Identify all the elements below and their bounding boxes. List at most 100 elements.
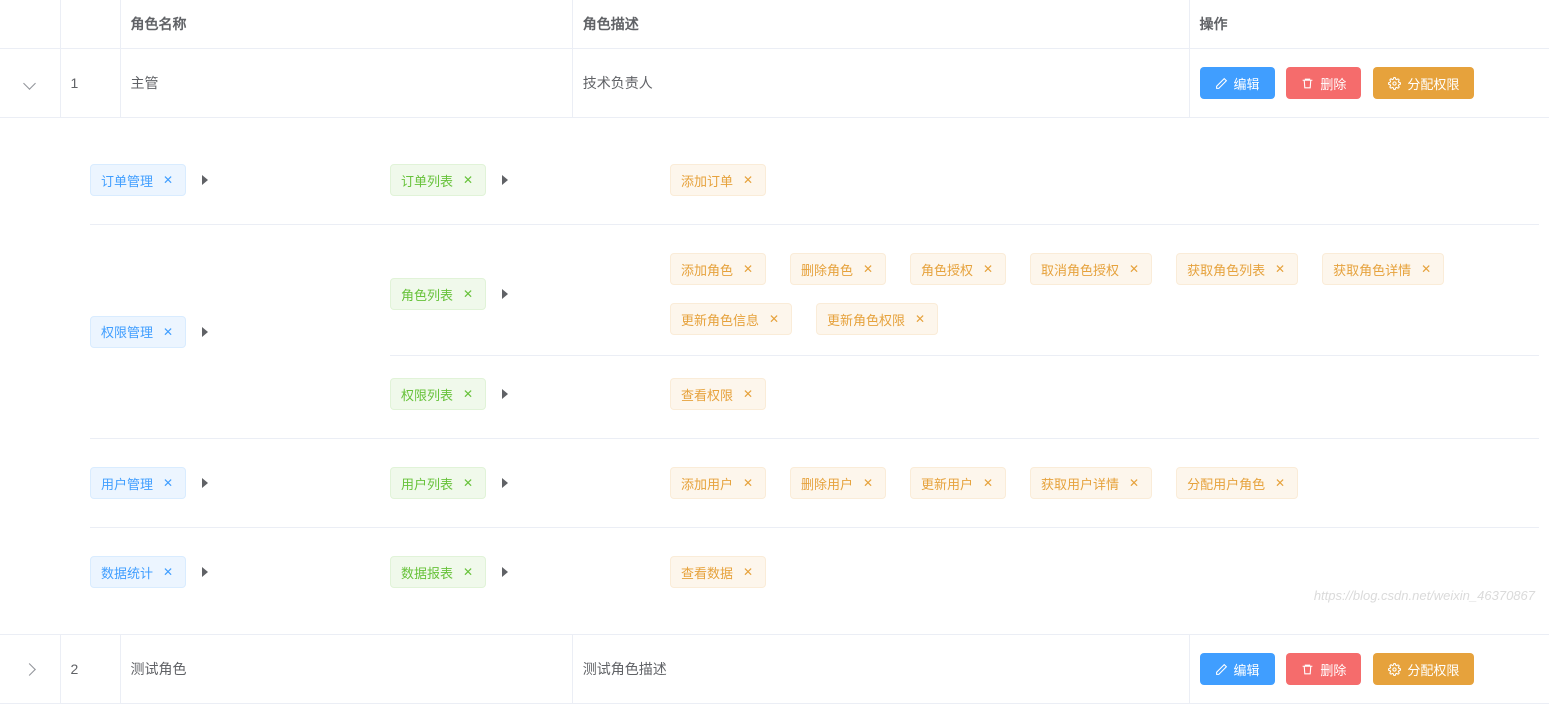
- close-icon[interactable]: ✕: [1273, 262, 1287, 276]
- permission-level1-row: 用户管理✕用户列表✕添加用户✕删除用户✕更新用户✕获取用户详情✕分配用户角色✕: [90, 439, 1539, 528]
- assign-label: 分配权限: [1407, 74, 1459, 93]
- permission-tag[interactable]: 更新用户✕: [910, 467, 1006, 499]
- expand-toggle[interactable]: [0, 635, 60, 704]
- close-icon[interactable]: ✕: [161, 476, 175, 490]
- close-icon[interactable]: ✕: [161, 325, 175, 339]
- permission-tag[interactable]: 数据报表✕: [390, 556, 486, 588]
- permission-tag[interactable]: 更新角色权限 ✕: [816, 303, 938, 335]
- permission-tag[interactable]: 查看数据✕: [670, 556, 766, 588]
- table-row: 2 测试角色 测试角色描述 编辑 删除 分配权限: [0, 635, 1549, 704]
- expand-toggle[interactable]: [0, 49, 60, 118]
- edit-icon: [1215, 77, 1228, 90]
- caret-right-icon: [202, 567, 208, 577]
- delete-label: 删除: [1320, 660, 1346, 679]
- tag-label: 查看权限: [681, 385, 733, 404]
- permission-tag[interactable]: 获取角色列表✕: [1176, 253, 1298, 285]
- close-icon[interactable]: ✕: [161, 565, 175, 579]
- edit-button[interactable]: 编辑: [1200, 653, 1275, 685]
- permission-tag[interactable]: 添加订单✕: [670, 164, 766, 196]
- close-icon[interactable]: ✕: [461, 387, 475, 401]
- permission-tag[interactable]: 更新角色信息 ✕: [670, 303, 792, 335]
- close-icon[interactable]: ✕: [1127, 262, 1141, 276]
- close-icon[interactable]: ✕: [767, 312, 781, 326]
- permission-level2-row: 数据报表✕ 查看数据✕: [390, 546, 1539, 598]
- permissions-panel: 订单管理✕订单列表✕添加订单✕权限管理✕角色列表✕添加角色✕删除角色✕角色授权✕…: [10, 136, 1539, 616]
- gear-icon: [1388, 77, 1401, 90]
- edit-icon: [1215, 663, 1228, 676]
- tag-label: 获取角色详情: [1333, 260, 1411, 279]
- permission-level3-group: 添加角色✕删除角色✕角色授权✕取消角色授权✕获取角色列表✕获取角色详情✕更新角色…: [670, 253, 1539, 335]
- tag-label: 更新角色权限: [827, 310, 905, 329]
- permission-tag[interactable]: 用户管理✕: [90, 467, 186, 499]
- assign-permissions-button[interactable]: 分配权限: [1373, 67, 1474, 99]
- roles-table: 角色名称 角色描述 操作 1 主管 技术负责人 编辑 删除 分配权限订单管理✕订…: [0, 0, 1549, 704]
- close-icon[interactable]: ✕: [741, 565, 755, 579]
- close-icon[interactable]: ✕: [741, 262, 755, 276]
- close-icon[interactable]: ✕: [861, 476, 875, 490]
- close-icon[interactable]: ✕: [1273, 476, 1287, 490]
- row-desc: 技术负责人: [572, 49, 1189, 118]
- permission-tag[interactable]: 数据统计 ✕: [90, 556, 186, 588]
- close-icon[interactable]: ✕: [161, 173, 175, 187]
- row-name: 主管: [120, 49, 572, 118]
- permission-tag[interactable]: 查看权限 ✕: [670, 378, 766, 410]
- close-icon[interactable]: ✕: [461, 476, 475, 490]
- tag-label: 订单管理: [101, 171, 153, 190]
- close-icon[interactable]: ✕: [741, 387, 755, 401]
- caret-right-icon: [502, 289, 508, 299]
- permission-tag[interactable]: 删除用户✕: [790, 467, 886, 499]
- permission-level3-group: 添加订单✕: [670, 164, 1539, 196]
- edit-label: 编辑: [1234, 74, 1260, 93]
- permission-level2-row: 用户列表✕添加用户✕删除用户✕更新用户✕获取用户详情✕分配用户角色✕: [390, 457, 1539, 509]
- close-icon[interactable]: ✕: [461, 287, 475, 301]
- caret-right-icon: [502, 389, 508, 399]
- close-icon[interactable]: ✕: [913, 312, 927, 326]
- caret-right-icon: [202, 327, 208, 337]
- assign-permissions-button[interactable]: 分配权限: [1373, 653, 1474, 685]
- permission-tag[interactable]: 取消角色授权✕: [1030, 253, 1152, 285]
- row-index: 1: [60, 49, 120, 118]
- permission-tag[interactable]: 添加角色✕: [670, 253, 766, 285]
- permission-tag[interactable]: 用户列表✕: [390, 467, 486, 499]
- close-icon[interactable]: ✕: [1419, 262, 1433, 276]
- table-header-row: 角色名称 角色描述 操作: [0, 0, 1549, 49]
- permission-tag[interactable]: 角色授权 ✕: [910, 253, 1006, 285]
- permission-level1-row: 数据统计✕数据报表✕查看数据✕: [90, 528, 1539, 616]
- close-icon[interactable]: ✕: [981, 262, 995, 276]
- tag-label: 添加用户: [681, 474, 733, 493]
- close-icon[interactable]: ✕: [981, 476, 995, 490]
- close-icon[interactable]: ✕: [741, 173, 755, 187]
- permission-tag[interactable]: 角色列表✕: [390, 278, 486, 310]
- permission-tag[interactable]: 订单管理 ✕: [90, 164, 186, 196]
- permission-level1-row: 权限管理✕角色列表✕添加角色✕删除角色✕角色授权✕取消角色授权✕获取角色列表✕获…: [90, 225, 1539, 439]
- close-icon[interactable]: ✕: [1127, 476, 1141, 490]
- permission-tag[interactable]: 分配用户角色✕: [1176, 467, 1298, 499]
- tag-label: 角色授权: [921, 260, 973, 279]
- permission-level2-row: 权限列表✕ 查看权限 ✕: [390, 355, 1539, 420]
- delete-button[interactable]: 删除: [1286, 67, 1361, 99]
- tag-label: 数据统计: [101, 563, 153, 582]
- permission-tag[interactable]: 权限列表✕: [390, 378, 486, 410]
- edit-button[interactable]: 编辑: [1200, 67, 1275, 99]
- permission-tag[interactable]: 权限管理✕: [90, 316, 186, 348]
- tag-label: 订单列表: [401, 171, 453, 190]
- caret-right-icon: [502, 567, 508, 577]
- permission-tag[interactable]: 订单列表 ✕: [390, 164, 486, 196]
- permission-tag[interactable]: 添加用户 ✕: [670, 467, 766, 499]
- table-row: 1 主管 技术负责人 编辑 删除 分配权限: [0, 49, 1549, 118]
- close-icon[interactable]: ✕: [861, 262, 875, 276]
- permission-tag[interactable]: 删除角色✕: [790, 253, 886, 285]
- row-actions: 编辑 删除 分配权限: [1189, 49, 1549, 118]
- close-icon[interactable]: ✕: [461, 173, 475, 187]
- close-icon[interactable]: ✕: [461, 565, 475, 579]
- close-icon[interactable]: ✕: [741, 476, 755, 490]
- permission-tag[interactable]: 获取用户详情✕: [1030, 467, 1152, 499]
- header-name: 角色名称: [120, 0, 572, 49]
- permission-tag[interactable]: 获取角色详情 ✕: [1322, 253, 1444, 285]
- tag-label: 更新角色信息: [681, 310, 759, 329]
- header-actions: 操作: [1189, 0, 1549, 49]
- delete-button[interactable]: 删除: [1286, 653, 1361, 685]
- gear-icon: [1388, 663, 1401, 676]
- caret-right-icon: [202, 478, 208, 488]
- row-actions: 编辑 删除 分配权限: [1189, 635, 1549, 704]
